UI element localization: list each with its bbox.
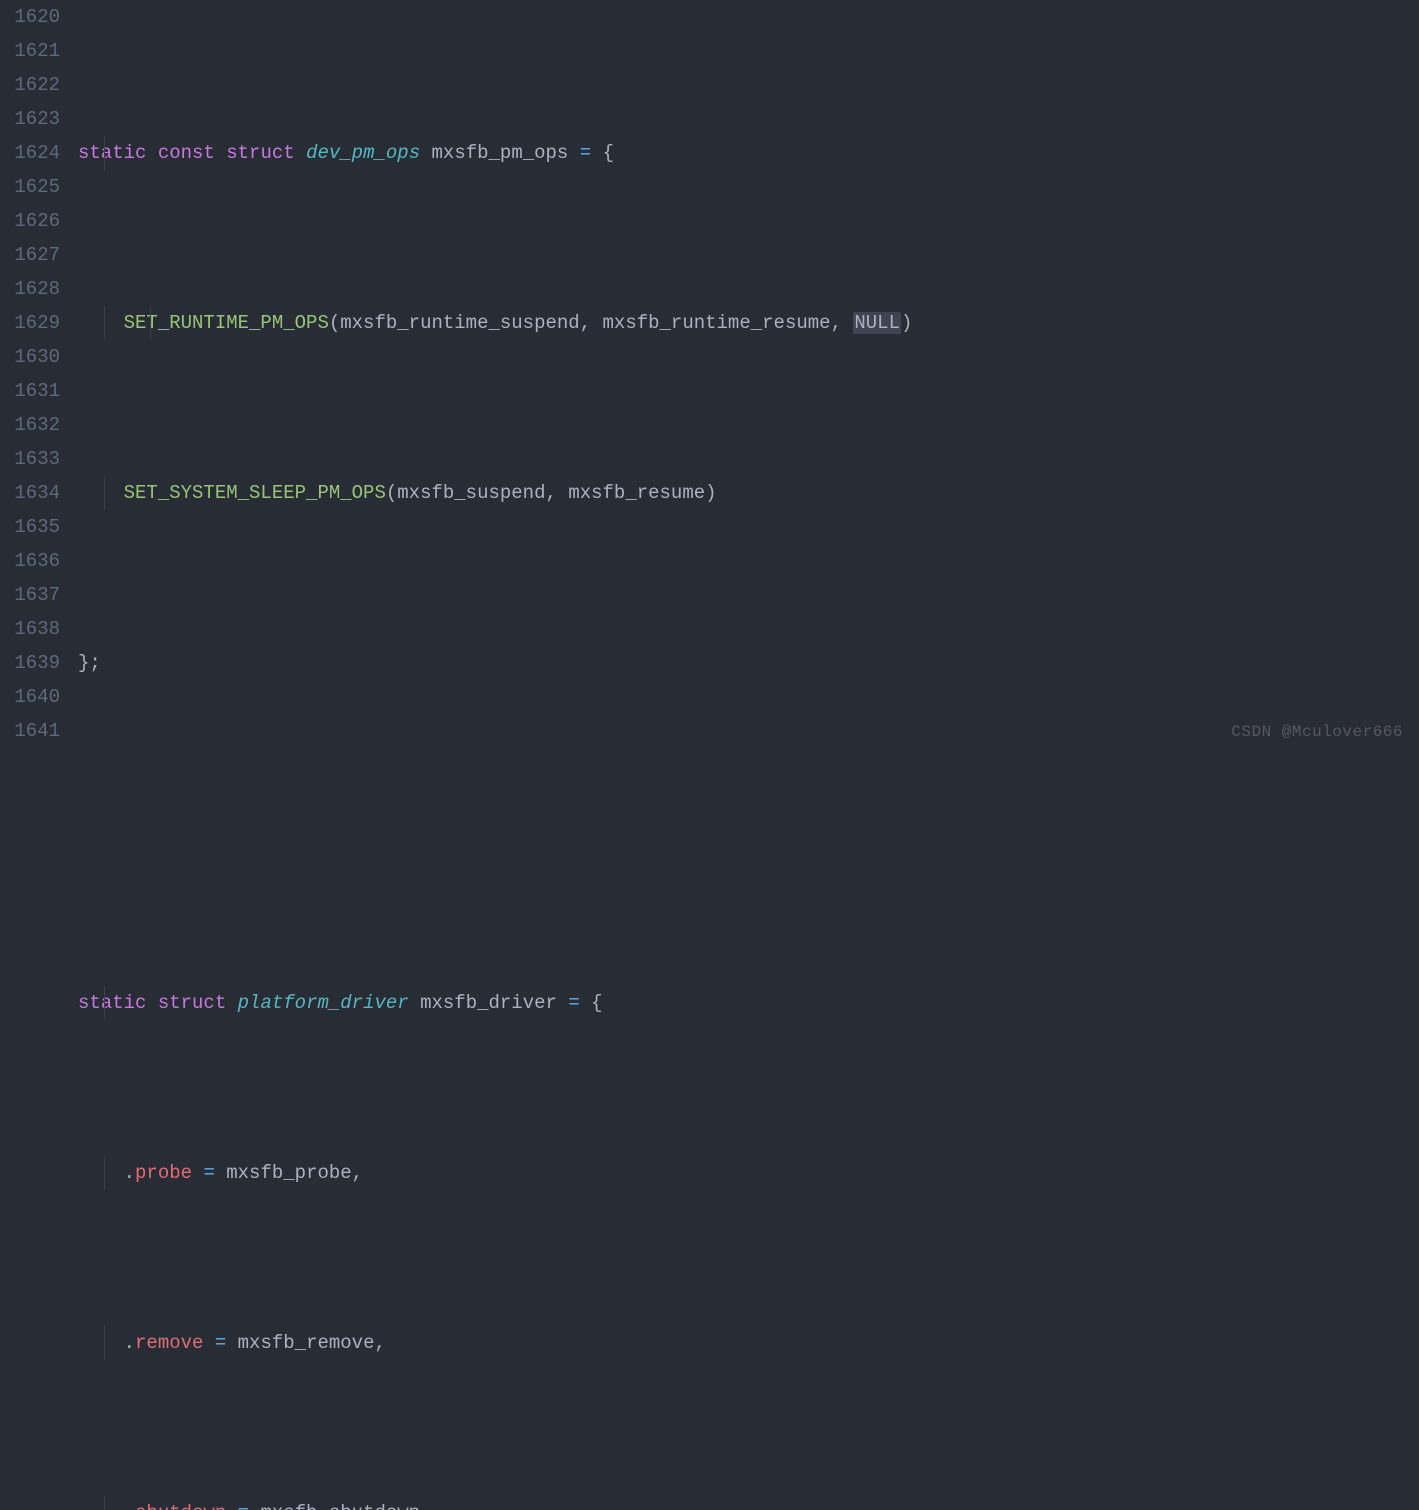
line-number: 1630 bbox=[0, 340, 60, 374]
identifier: mxsfb_driver bbox=[420, 992, 557, 1014]
keyword: static bbox=[78, 992, 146, 1014]
line-number: 1629 bbox=[0, 306, 60, 340]
line-number: 1637 bbox=[0, 578, 60, 612]
line-number: 1628 bbox=[0, 272, 60, 306]
keyword: struct bbox=[226, 142, 294, 164]
dot: . bbox=[124, 1332, 135, 1354]
line-number: 1631 bbox=[0, 374, 60, 408]
comma: , bbox=[580, 312, 591, 334]
field: remove bbox=[135, 1332, 203, 1354]
dot: . bbox=[124, 1162, 135, 1184]
code-area[interactable]: static const struct dev_pm_ops mxsfb_pm_… bbox=[78, 0, 1419, 755]
code-line[interactable]: static const struct dev_pm_ops mxsfb_pm_… bbox=[78, 136, 1419, 170]
identifier: mxsfb_remove bbox=[238, 1332, 375, 1354]
operator: = bbox=[238, 1502, 249, 1510]
paren: ) bbox=[901, 312, 912, 334]
argument: mxsfb_runtime_resume bbox=[603, 312, 831, 334]
comma: , bbox=[546, 482, 557, 504]
comma: , bbox=[831, 312, 842, 334]
paren: ( bbox=[386, 482, 397, 504]
brace: { bbox=[603, 142, 614, 164]
argument: mxsfb_suspend bbox=[397, 482, 545, 504]
brace-close: }; bbox=[78, 652, 101, 674]
line-number: 1633 bbox=[0, 442, 60, 476]
line-number: 1620 bbox=[0, 0, 60, 34]
line-number: 1624 bbox=[0, 136, 60, 170]
operator: = bbox=[580, 142, 591, 164]
code-editor[interactable]: 1620162116221623162416251626162716281629… bbox=[0, 0, 1419, 755]
code-line[interactable]: .probe = mxsfb_probe, bbox=[78, 1156, 1419, 1190]
line-number: 1634 bbox=[0, 476, 60, 510]
keyword: const bbox=[158, 142, 215, 164]
keyword: struct bbox=[158, 992, 226, 1014]
code-line[interactable]: SET_RUNTIME_PM_OPS(mxsfb_runtime_suspend… bbox=[78, 306, 1419, 340]
line-number: 1632 bbox=[0, 408, 60, 442]
line-number: 1640 bbox=[0, 680, 60, 714]
code-line[interactable]: }; bbox=[78, 646, 1419, 680]
code-line[interactable] bbox=[78, 816, 1419, 850]
identifier: mxsfb_shutdown bbox=[260, 1502, 420, 1510]
code-line[interactable]: static struct platform_driver mxsfb_driv… bbox=[78, 986, 1419, 1020]
keyword: static bbox=[78, 142, 146, 164]
line-number: 1625 bbox=[0, 170, 60, 204]
macro-call: SET_RUNTIME_PM_OPS bbox=[124, 312, 329, 334]
line-gutter: 1620162116221623162416251626162716281629… bbox=[0, 0, 78, 755]
line-number: 1638 bbox=[0, 612, 60, 646]
dot: . bbox=[124, 1502, 135, 1510]
line-number: 1621 bbox=[0, 34, 60, 68]
comma: , bbox=[420, 1502, 431, 1510]
comma: , bbox=[374, 1332, 385, 1354]
operator: = bbox=[568, 992, 579, 1014]
code-line[interactable]: .remove = mxsfb_remove, bbox=[78, 1326, 1419, 1360]
macro-call: SET_SYSTEM_SLEEP_PM_OPS bbox=[124, 482, 386, 504]
identifier: mxsfb_probe bbox=[226, 1162, 351, 1184]
comma: , bbox=[352, 1162, 363, 1184]
argument: mxsfb_runtime_suspend bbox=[340, 312, 579, 334]
line-number: 1639 bbox=[0, 646, 60, 680]
line-number: 1626 bbox=[0, 204, 60, 238]
paren: ) bbox=[705, 482, 716, 504]
null-literal: NULL bbox=[853, 312, 901, 334]
line-number: 1627 bbox=[0, 238, 60, 272]
paren: ( bbox=[329, 312, 340, 334]
line-number: 1623 bbox=[0, 102, 60, 136]
operator: = bbox=[215, 1332, 226, 1354]
code-line[interactable]: .shutdown = mxsfb_shutdown, bbox=[78, 1496, 1419, 1510]
type-name: dev_pm_ops bbox=[306, 142, 420, 164]
brace: { bbox=[591, 992, 602, 1014]
argument: mxsfb_resume bbox=[568, 482, 705, 504]
operator: = bbox=[203, 1162, 214, 1184]
field: shutdown bbox=[135, 1502, 226, 1510]
code-line[interactable]: SET_SYSTEM_SLEEP_PM_OPS(mxsfb_suspend, m… bbox=[78, 476, 1419, 510]
line-number: 1622 bbox=[0, 68, 60, 102]
line-number: 1641 bbox=[0, 714, 60, 748]
identifier: mxsfb_pm_ops bbox=[432, 142, 569, 164]
line-number: 1635 bbox=[0, 510, 60, 544]
type-name: platform_driver bbox=[238, 992, 409, 1014]
line-number: 1636 bbox=[0, 544, 60, 578]
field: probe bbox=[135, 1162, 192, 1184]
